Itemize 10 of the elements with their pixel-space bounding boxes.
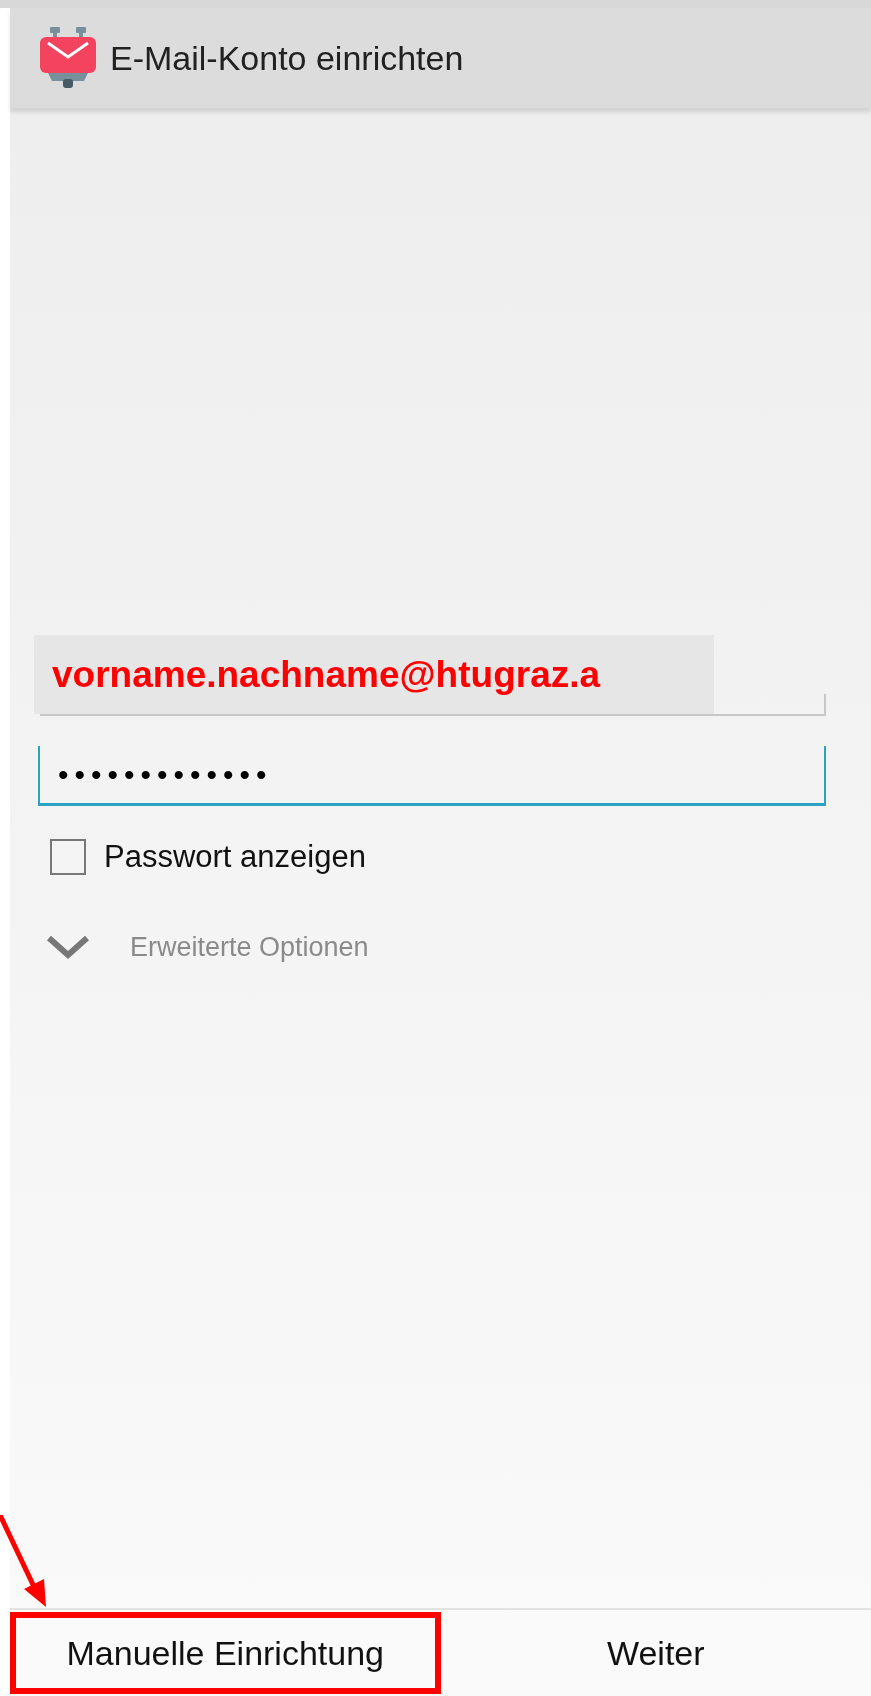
footer-button[interactable]: Manuelle Einrichtung bbox=[10, 1612, 441, 1694]
footer-button[interactable]: Weiter bbox=[440, 1612, 871, 1694]
password-dots: ••••••••••••• bbox=[58, 757, 273, 793]
app-bar-title: E-Mail-Konto einrichten bbox=[110, 37, 464, 79]
password-field[interactable]: ••••••••••••• bbox=[38, 746, 826, 806]
show-password-label: Passwort anzeigen bbox=[104, 838, 366, 876]
chevron-icon bbox=[46, 933, 90, 960]
mail-robot-icon bbox=[40, 27, 96, 89]
email-address: vorname.nachname@htugraz.a bbox=[52, 652, 601, 697]
show-password-checkbox[interactable] bbox=[50, 839, 86, 876]
